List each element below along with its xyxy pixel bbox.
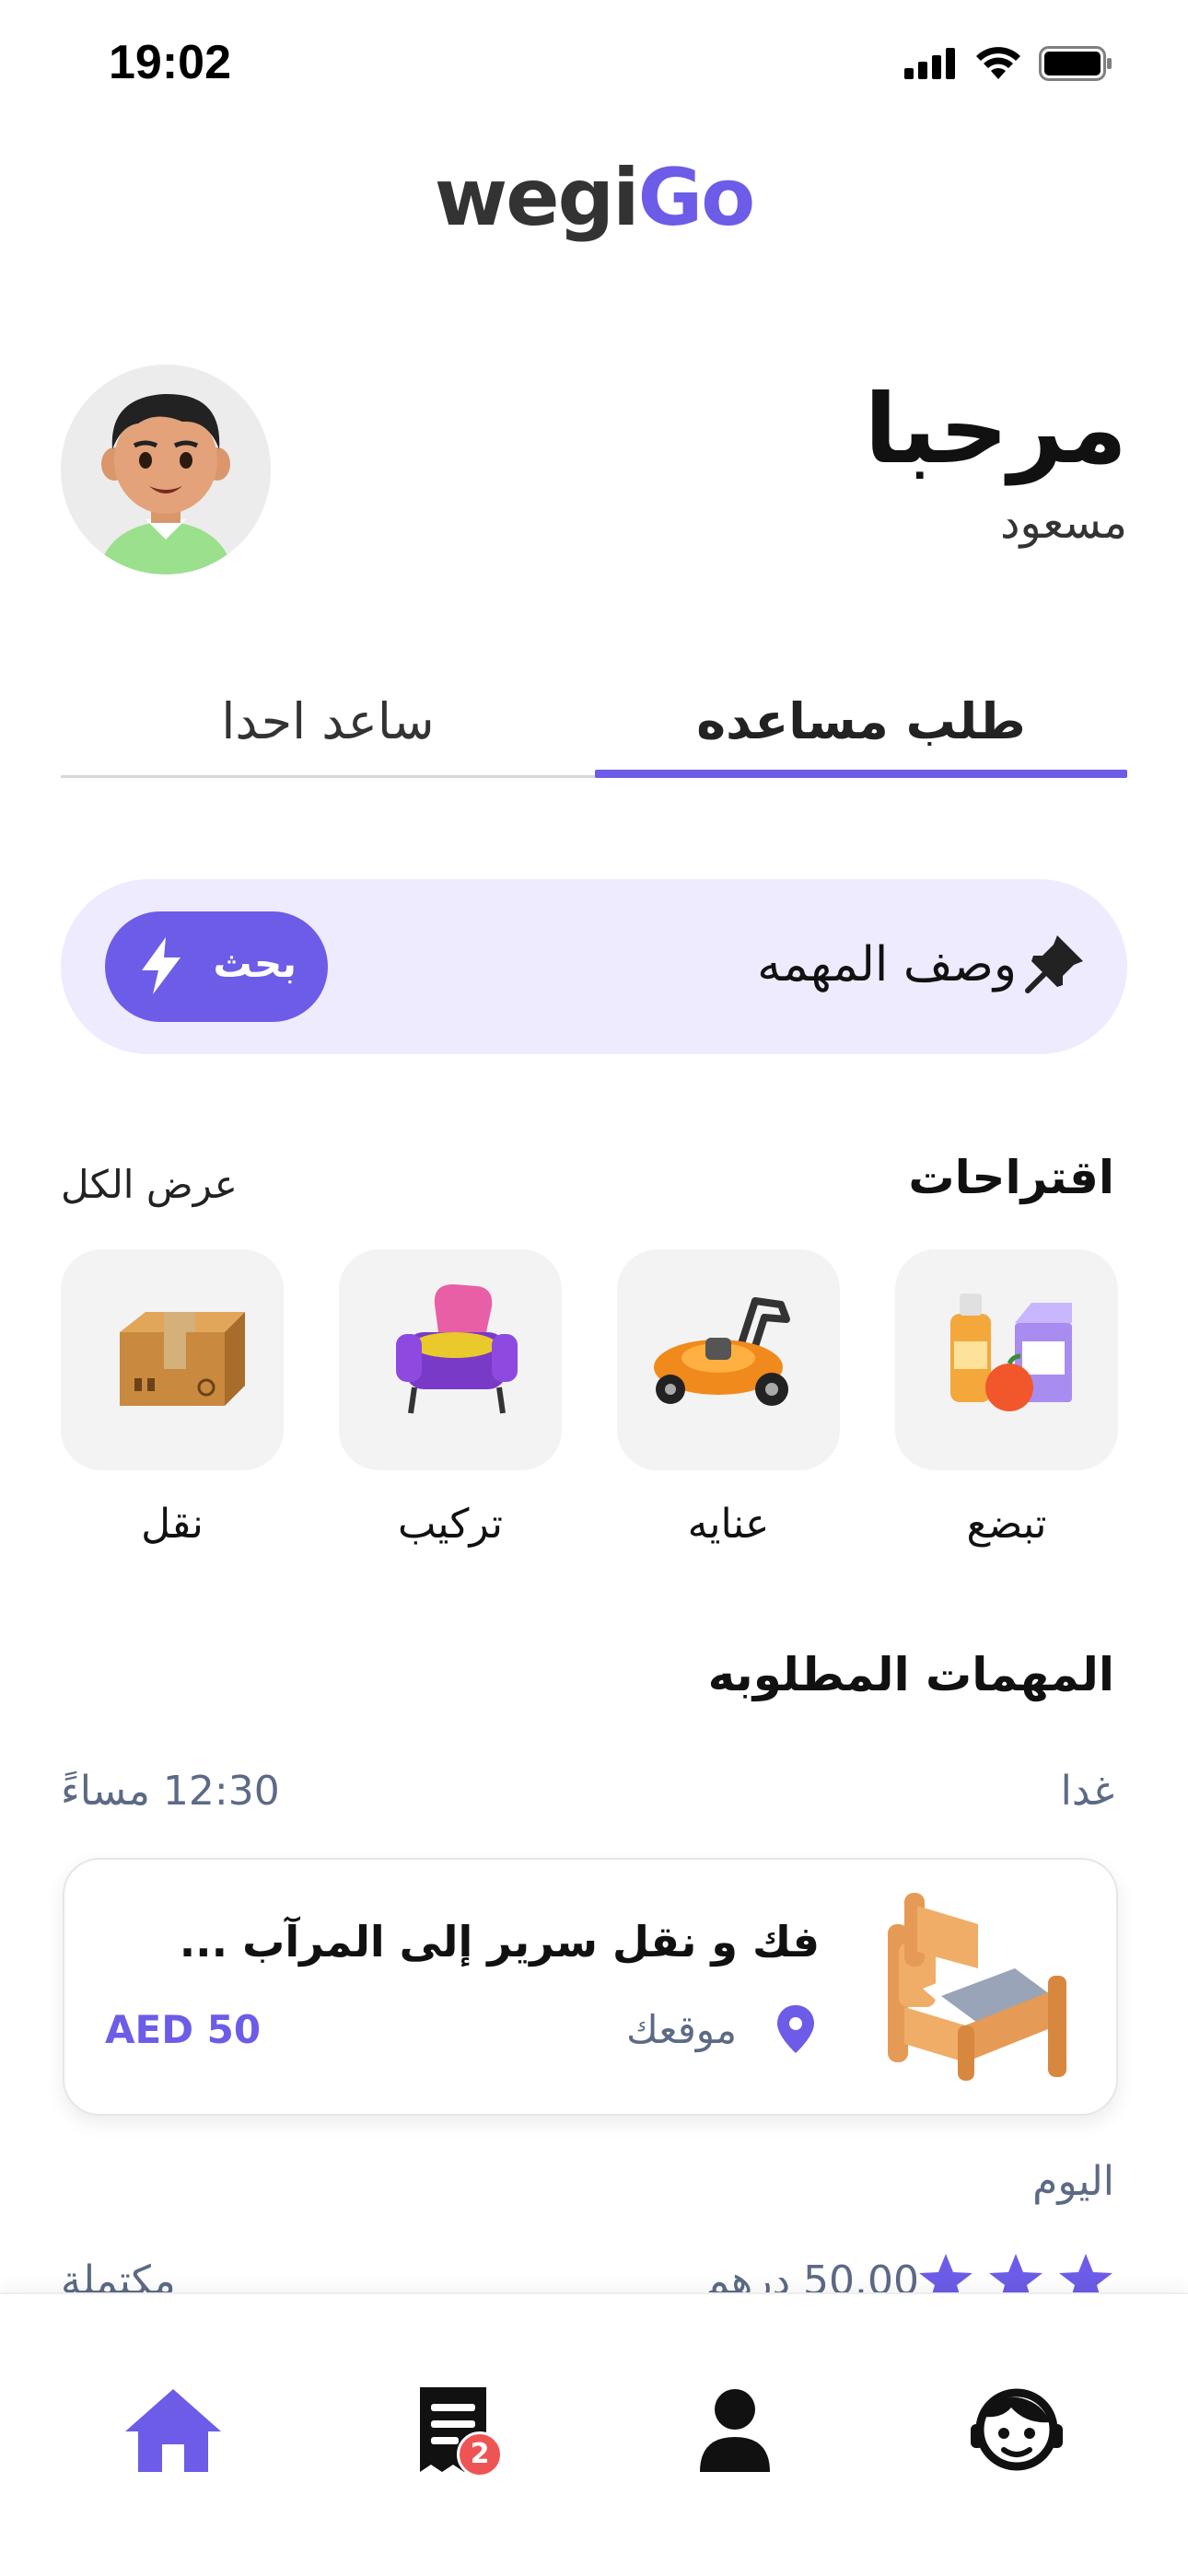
nav-support[interactable]	[961, 2380, 1072, 2481]
task-price: AED 50	[105, 2007, 262, 2052]
greeting-name: مسعود	[1000, 497, 1127, 549]
lawn-mower-icon	[654, 1297, 790, 1406]
view-all-link[interactable]: عرض الكل	[61, 1162, 238, 1207]
nav-home[interactable]	[118, 2380, 228, 2481]
category-care[interactable]	[617, 1249, 840, 1470]
support-agent-icon	[971, 2388, 1063, 2471]
tab-help-someone[interactable]: ساعد احدا	[61, 692, 595, 750]
battery-icon	[1039, 46, 1112, 81]
location-pin-icon	[775, 2003, 816, 2059]
category-care-label: عنايه	[687, 1501, 770, 1548]
status-icons	[904, 46, 1112, 81]
box-icon	[120, 1312, 245, 1406]
avatar-image	[61, 365, 271, 574]
lightning-icon	[138, 935, 184, 1005]
signal-icon	[904, 48, 955, 79]
logo-part-1: wegi	[434, 152, 640, 244]
search-input[interactable]: وصف المهمه	[757, 937, 1017, 992]
nav-tasks[interactable]: 2	[398, 2380, 508, 2481]
task-title: فك و نقل سرير إلى المرآب ...	[179, 1917, 820, 1967]
wifi-icon	[976, 47, 1020, 79]
status-time: 19:02	[109, 36, 231, 89]
logo-part-2: Go	[637, 152, 756, 244]
task-location: موقعك	[626, 2007, 737, 2052]
armchair-icon	[396, 1284, 518, 1414]
tab-request-help[interactable]: طلب مساعده	[595, 692, 1127, 750]
category-assembly-label: تركيب	[398, 1501, 503, 1548]
pin-icon	[1022, 930, 1089, 1000]
category-shopping[interactable]	[895, 1249, 1118, 1470]
nav-profile[interactable]	[680, 2380, 790, 2481]
category-assembly[interactable]	[339, 1249, 562, 1470]
task-time: 12:30 مساءً	[61, 1768, 280, 1815]
person-icon	[700, 2389, 770, 2472]
tab-active-indicator	[595, 770, 1127, 778]
avatar[interactable]	[61, 365, 271, 574]
groceries-icon	[950, 1294, 1072, 1411]
category-moving-label: نقل	[141, 1501, 204, 1548]
search-button[interactable]: بحث	[105, 911, 328, 1022]
day-label-today: اليوم	[1032, 2158, 1114, 2205]
suggestions-title: اقتراحات	[908, 1151, 1114, 1204]
app-logo: wegiGo	[0, 152, 1188, 244]
home-icon	[125, 2389, 221, 2472]
search-button-label: بحث	[213, 941, 297, 986]
greeting-title: مرحبا	[864, 373, 1127, 485]
category-moving[interactable]	[61, 1249, 284, 1470]
day-label-tomorrow: غدا	[1060, 1768, 1114, 1815]
category-shopping-label: تبضع	[966, 1501, 1047, 1548]
tasks-title: المهمات المطلوبه	[707, 1648, 1114, 1701]
tasks-badge: 2	[457, 2431, 503, 2477]
bed-icon	[877, 1887, 1079, 2094]
